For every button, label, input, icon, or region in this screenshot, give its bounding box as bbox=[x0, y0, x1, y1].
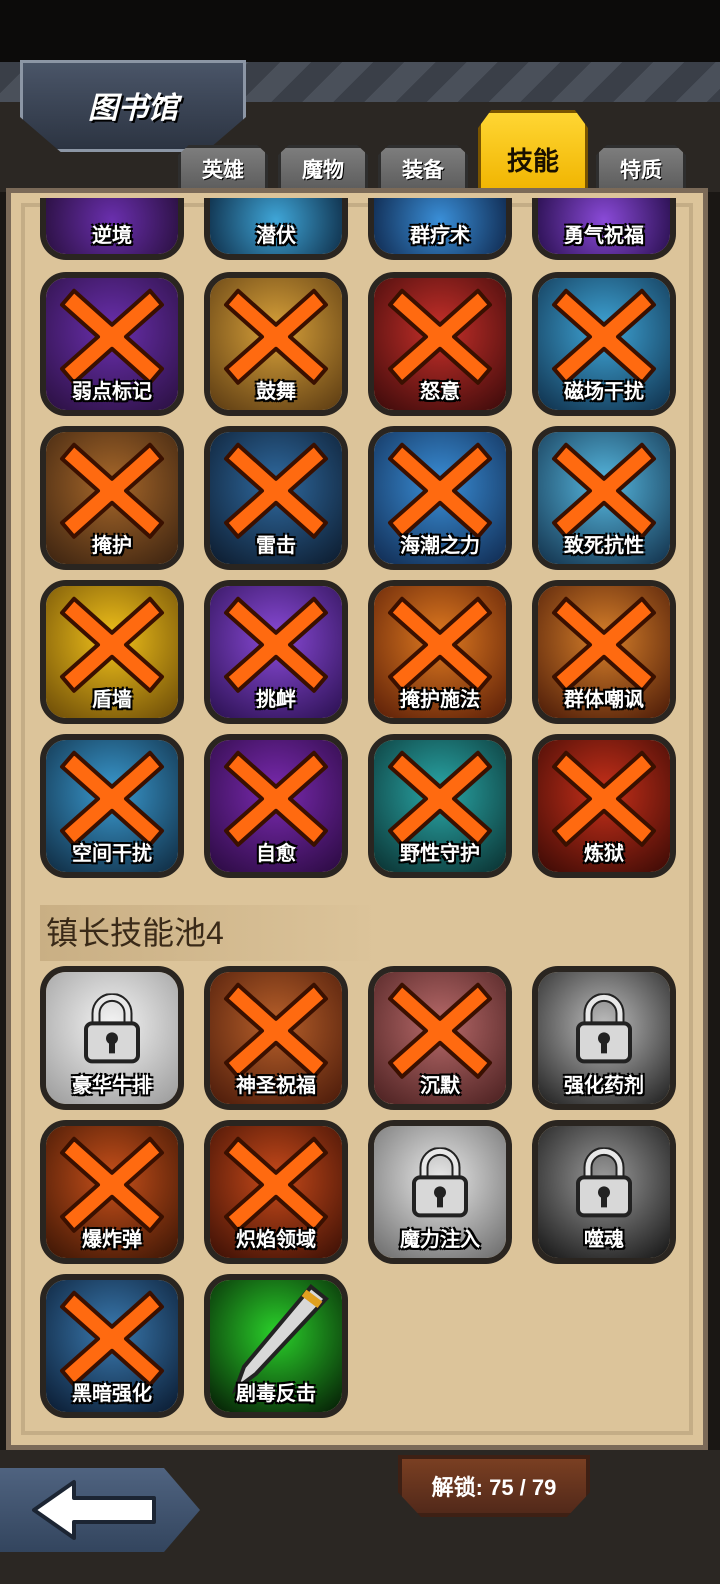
skill-tile[interactable]: 爆炸弹 bbox=[40, 1120, 184, 1264]
skill-label: 盾墙 bbox=[92, 689, 132, 711]
skill-label: 神圣祝福 bbox=[236, 1075, 316, 1097]
skill-label: 剧毒反击 bbox=[236, 1383, 316, 1405]
skill-tile[interactable]: 沉默 bbox=[368, 966, 512, 1110]
skill-tile[interactable]: 炽焰领域 bbox=[204, 1120, 348, 1264]
library-title-plate: 图书馆 bbox=[20, 60, 246, 152]
skill-tile[interactable]: 怒意 bbox=[368, 272, 512, 416]
skill-tile[interactable]: 海潮之力 bbox=[368, 426, 512, 570]
skill-label: 掩护施法 bbox=[400, 689, 480, 711]
skill-label: 野性守护 bbox=[400, 843, 480, 865]
lock-icon bbox=[412, 1147, 468, 1218]
skill-tile[interactable]: 盾墙 bbox=[40, 580, 184, 724]
skill-label: 磁场干扰 bbox=[564, 381, 644, 403]
skill-tile[interactable]: 致死抗性 bbox=[532, 426, 676, 570]
skill-label: 魔力注入 bbox=[400, 1229, 480, 1251]
skill-label: 群体嘲讽 bbox=[564, 689, 644, 711]
skill-label: 勇气祝福 bbox=[564, 225, 644, 247]
skill-label: 掩护 bbox=[92, 535, 132, 557]
skill-label: 潜伏 bbox=[256, 225, 296, 247]
skill-label: 弱点标记 bbox=[72, 381, 152, 403]
skill-label: 黑暗强化 bbox=[72, 1383, 152, 1405]
tab-traits[interactable]: 特质 bbox=[596, 145, 686, 191]
tab-skills[interactable]: 技能 bbox=[478, 110, 588, 192]
skill-label: 逆境 bbox=[92, 225, 132, 247]
skill-tile[interactable]: 挑衅 bbox=[204, 580, 348, 724]
skill-label: 沉默 bbox=[420, 1075, 460, 1097]
skill-label: 海潮之力 bbox=[400, 535, 480, 557]
skill-label: 致死抗性 bbox=[564, 535, 644, 557]
skill-label: 噬魂 bbox=[584, 1229, 624, 1251]
skill-tile[interactable]: 黑暗强化 bbox=[40, 1274, 184, 1418]
skill-label: 雷击 bbox=[256, 535, 296, 557]
lock-icon bbox=[576, 993, 632, 1064]
skill-tile[interactable]: 噬魂 bbox=[532, 1120, 676, 1264]
skill-label: 自愈 bbox=[256, 843, 296, 865]
skill-tile[interactable]: 豪华牛排 bbox=[40, 966, 184, 1110]
pool4-title: 镇长技能池4 bbox=[40, 905, 380, 961]
skill-tile[interactable]: 鼓舞 bbox=[204, 272, 348, 416]
skill-label: 群疗术 bbox=[410, 225, 470, 247]
tab-monsters[interactable]: 魔物 bbox=[278, 145, 368, 191]
skill-tile[interactable]: 逆境 bbox=[40, 198, 184, 260]
skill-tile[interactable]: 强化药剂 bbox=[532, 966, 676, 1110]
skill-tile[interactable]: 群疗术 bbox=[368, 198, 512, 260]
skill-tile[interactable]: 潜伏 bbox=[204, 198, 348, 260]
skill-tile[interactable]: 磁场干扰 bbox=[532, 272, 676, 416]
skill-tile[interactable]: 野性守护 bbox=[368, 734, 512, 878]
page-title: 图书馆 bbox=[88, 92, 178, 125]
tab-equipment[interactable]: 装备 bbox=[378, 145, 468, 191]
skill-tile[interactable]: 魔力注入 bbox=[368, 1120, 512, 1264]
lock-icon bbox=[576, 1147, 632, 1218]
skill-tile[interactable]: 雷击 bbox=[204, 426, 348, 570]
lock-icon bbox=[84, 993, 140, 1064]
skill-tile[interactable]: 空间干扰 bbox=[40, 734, 184, 878]
skill-label: 炼狱 bbox=[584, 843, 624, 865]
skill-tile[interactable]: 炼狱 bbox=[532, 734, 676, 878]
skill-label: 爆炸弹 bbox=[82, 1229, 142, 1251]
status-bar bbox=[0, 0, 720, 62]
skill-label: 炽焰领域 bbox=[236, 1229, 316, 1251]
skill-label: 空间干扰 bbox=[72, 843, 152, 865]
back-arrow-icon bbox=[32, 1480, 156, 1540]
skill-label: 强化药剂 bbox=[564, 1075, 644, 1097]
skill-tile[interactable]: 群体嘲讽 bbox=[532, 580, 676, 724]
skill-tile[interactable]: 弱点标记 bbox=[40, 272, 184, 416]
skill-label: 挑衅 bbox=[256, 689, 296, 711]
skill-label: 豪华牛排 bbox=[72, 1075, 152, 1097]
unlock-counter: 解锁: 75 / 79 bbox=[398, 1455, 590, 1517]
skill-label: 鼓舞 bbox=[256, 381, 296, 403]
skill-tile[interactable]: 掩护施法 bbox=[368, 580, 512, 724]
back-button[interactable] bbox=[0, 1468, 200, 1552]
skill-tile[interactable]: 神圣祝福 bbox=[204, 966, 348, 1110]
skill-tile[interactable]: 剧毒反击 bbox=[204, 1274, 348, 1418]
skill-label: 怒意 bbox=[420, 381, 460, 403]
tab-heroes[interactable]: 英雄 bbox=[178, 145, 268, 191]
skill-tile[interactable]: 自愈 bbox=[204, 734, 348, 878]
skill-tile[interactable]: 掩护 bbox=[40, 426, 184, 570]
skill-tile[interactable]: 勇气祝福 bbox=[532, 198, 676, 260]
